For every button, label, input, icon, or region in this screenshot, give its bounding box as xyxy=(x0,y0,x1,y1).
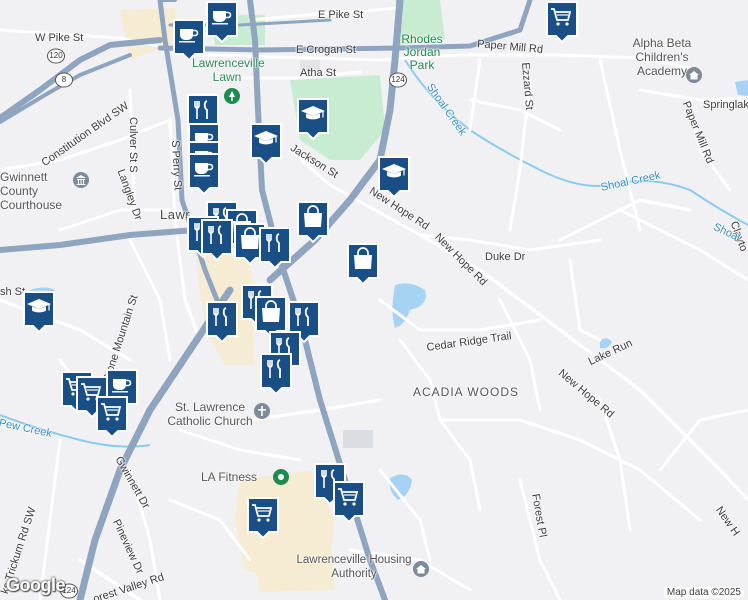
route-shield-8: 8 xyxy=(55,72,73,88)
street-label-e-crogan: E Crogan St xyxy=(296,44,356,56)
map-pin-school[interactable] xyxy=(22,290,56,334)
street-label-e-pike: E Pike St xyxy=(318,9,364,21)
google-logo[interactable]: Google xyxy=(6,575,66,596)
place-label-housing-authority: Lawrenceville Housing Authority xyxy=(296,554,412,580)
place-label-st-lawrence: St. Lawrence Catholic Church xyxy=(167,400,253,428)
map-pin-coffee[interactable] xyxy=(187,152,221,196)
park-label-rhodes-jordan: Rhodes Jordan Park xyxy=(401,32,443,72)
map-pin-school[interactable] xyxy=(296,97,330,141)
map-pin-grocery[interactable] xyxy=(332,480,366,524)
courthouse-poi-icon[interactable] xyxy=(73,172,89,188)
map-pin-coffee[interactable] xyxy=(172,18,206,62)
area-label-acadia-woods: ACADIA WOODS xyxy=(413,385,520,399)
map-pin-restaurant[interactable] xyxy=(200,218,234,262)
street-label-w-pike: W Pike St xyxy=(35,32,84,44)
street-label-duke: Duke Dr xyxy=(485,251,526,263)
map-pin-school[interactable] xyxy=(377,155,411,199)
street-label-atha: Atha St xyxy=(300,67,337,79)
map-pin-grocery[interactable] xyxy=(545,0,579,44)
map-base-layer xyxy=(0,0,748,600)
housing-poi-icon[interactable] xyxy=(413,561,429,577)
map-pin-restaurant[interactable] xyxy=(205,300,239,344)
map-pin-school[interactable] xyxy=(249,122,283,166)
map-pin-grocery[interactable] xyxy=(95,395,129,439)
map-pin-shopping[interactable] xyxy=(346,242,380,286)
map-pin-shopping[interactable] xyxy=(296,200,330,244)
fitness-poi-icon[interactable] xyxy=(273,469,289,485)
route-shield-124: 124 xyxy=(389,72,407,88)
street-label-springlake: Springlak xyxy=(703,99,748,111)
street-label-s-perry: S Perry St xyxy=(169,139,184,191)
map-pin-restaurant[interactable] xyxy=(258,226,292,270)
place-label-courthouse: Gwinnett County Courthouse xyxy=(0,170,63,212)
map-attribution[interactable]: Map data ©2025 xyxy=(663,587,744,598)
route-shield-120: 120 xyxy=(47,48,65,64)
church-poi-icon[interactable] xyxy=(254,403,270,419)
route-shield-label: 124 xyxy=(391,75,405,84)
place-label-la-fitness: LA Fitness xyxy=(201,470,258,484)
map-pin-coffee[interactable] xyxy=(205,0,239,44)
route-shield-label: 120 xyxy=(49,51,63,60)
school-poi-icon[interactable] xyxy=(686,67,702,83)
map-pin-restaurant[interactable] xyxy=(259,352,293,396)
park-poi-icon[interactable] xyxy=(224,88,240,104)
street-label-culver: Culver St S xyxy=(127,117,139,173)
route-shield-label: 8 xyxy=(61,75,67,84)
map-canvas[interactable]: 120 8 124 124 E Pike St W Pike St E Crog… xyxy=(0,0,748,600)
map-pin-grocery[interactable] xyxy=(246,496,280,540)
